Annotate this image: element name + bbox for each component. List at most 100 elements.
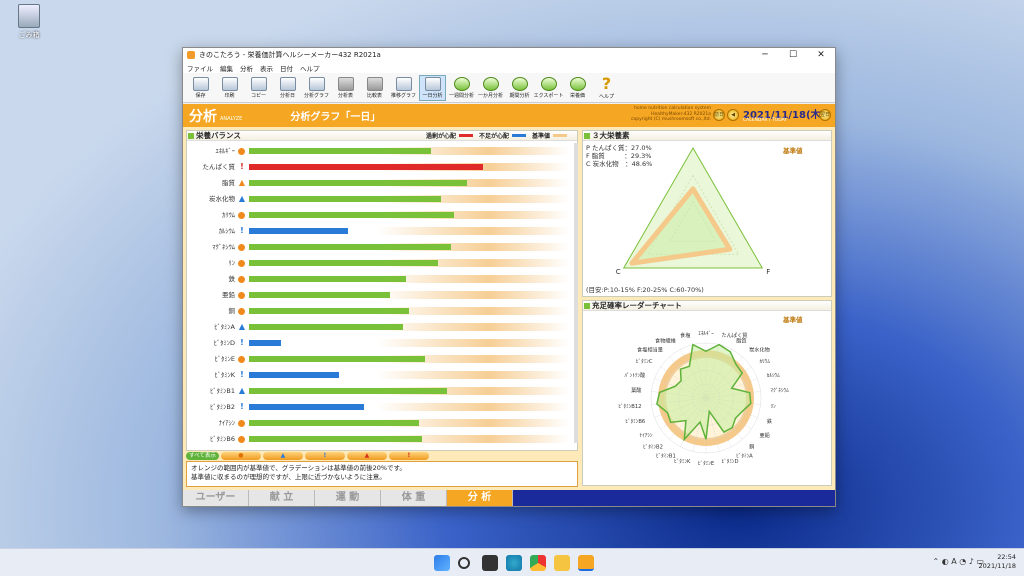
system-tray[interactable]: ⌃ ◐ A ◔ ♪ ▭ [932,557,984,566]
radar-chart: ｴﾈﾙｷﾞｰ たんぱく質脂質炭水化物ｶﾘｳﾑｶﾙｼｳﾑﾏｸﾞﾈｼｳﾑﾘﾝ鉄亜鉛銅ﾋ… [618,330,789,467]
radar-axis-label: ﾋﾞﾀﾐﾝK [674,458,691,465]
nutrient-label: ｶﾙｼｳﾑ [218,227,235,235]
toolbar-label: エクスポート [533,92,564,99]
toolbar-icon [337,76,354,91]
scrollbar[interactable] [574,143,578,443]
filter-up-button[interactable]: ▲ [262,451,303,460]
tab-user[interactable]: ユーザー [183,490,249,506]
status-mark-icon: ▲ [238,194,246,203]
nutrient-label: ﾋﾞﾀﾐﾝD [213,339,235,347]
nutrient-row: 銅 [187,303,573,319]
note-box: オレンジの範囲内が基準値で、グラデーションは基準値の前後20%です。 基準値に収… [186,461,578,487]
toolbar-button[interactable]: 期間分析 [506,75,533,101]
status-mark-icon: ! [240,402,244,411]
section-marker-icon [584,132,590,139]
toolbar-button[interactable]: 分析グラフ [303,75,330,101]
toolbar-button[interactable]: 比較表 [361,75,388,101]
prev-day-icon[interactable]: ◀ [727,109,739,121]
toolbar-label: 印刷 [224,92,235,99]
toolbar-button[interactable]: 分析日 [274,75,301,101]
nutrient-label: 脂質 [222,179,235,187]
toolbar-button[interactable]: 栄養価 [564,75,591,101]
menu-analyze[interactable]: 分析 [240,63,253,73]
clock[interactable]: 22:54 2021/11/18 [979,553,1016,571]
minimize-button[interactable]: ─ [751,50,779,60]
toolbar-button[interactable]: 一か月分析 [477,75,504,101]
task-view-icon[interactable] [482,555,498,571]
nutrient-row: 炭水化物 ▲ [187,191,573,207]
chrome-icon[interactable] [530,555,546,571]
nutrient-row: 鉄 [187,271,573,287]
clock-date: 2021/11/18 [978,562,1016,570]
status-mark-icon: ! [240,162,244,171]
toolbar-label: 分析日 [279,92,295,99]
nutrient-bar [249,148,432,154]
legend-excess-swatch [458,134,473,137]
toolbar-icon [192,76,209,91]
toolbar-button[interactable]: ? ヘルプ [593,75,620,101]
ime-indicator: A [951,557,957,566]
nutrient-bar [249,164,483,170]
menu-edit[interactable]: 編集 [220,63,233,73]
tab-weight[interactable]: 体 重 [381,490,447,506]
close-button[interactable]: ✕ [807,50,835,60]
nutrient-row: ﾅｲｱｼﾝ [187,415,573,431]
show-all-button[interactable]: すべて表示 [186,451,219,460]
tab-menu[interactable]: 献 立 [249,490,315,506]
menu-help[interactable]: ヘルプ [300,63,320,73]
toolbar-button[interactable]: 一日分析 [419,74,446,101]
filter-circle-button[interactable]: ● [220,451,261,460]
toolbar-icon: ? [601,73,612,93]
toolbar-button[interactable]: 分析表 [332,75,359,101]
toolbar-button[interactable]: コピー [245,75,272,101]
status-mark-icon [238,355,245,363]
filter-tri-button[interactable]: ▲ [346,451,387,460]
menu-view[interactable]: 表示 [260,63,273,73]
start-icon[interactable] [434,555,450,571]
edge-icon[interactable] [506,555,522,571]
filter-warn-excess-button[interactable]: ! [388,451,429,460]
toolbar-icon [366,76,383,91]
status-mark-icon [238,259,245,267]
next-day-button[interactable]: 翌日 [819,109,831,121]
status-mark-icon: ▲ [238,178,246,187]
tab-analysis[interactable]: 分 析 [447,490,513,506]
nutrient-bar [249,356,425,362]
title-bar[interactable]: きのこたろう - 栄養価計算ヘルシーメーカー432 R2021a ─ ☐ ✕ [183,48,835,62]
radar-axis-label: 銅 [749,443,754,451]
maximize-button[interactable]: ☐ [779,50,807,60]
tab-exercise[interactable]: 運 動 [315,490,381,506]
toolbar-label: 栄養価 [569,92,585,99]
filter-warn-short-button[interactable]: ! [304,451,345,460]
nutrient-bar [249,372,339,378]
balance-legend: 過剰が心配 不足が心配 基準値 [426,131,573,140]
status-mark-icon: ! [240,338,244,347]
toolbar-label: 一日分析 [422,92,443,99]
pfc-vertex-label: F [766,268,770,276]
radar-axis-label: ﾋﾞﾀﾐﾝC [636,358,653,365]
nutrient-bar [249,228,349,234]
toolbar-button[interactable]: 保存 [187,75,214,101]
toolbar-button[interactable]: 印刷 [216,75,243,101]
menu-date[interactable]: 日付 [280,63,293,73]
radar-axis-label: 食塩 [680,331,690,339]
toolbar-button[interactable]: 一週間分析 [448,75,475,101]
nutrient-label: ｴﾈﾙｷﾞｰ [215,147,236,155]
calendar-today-label[interactable]: CALENDAR / TODAY [743,118,787,123]
prev-day-button[interactable]: 前日 [713,109,725,121]
healthymaker-taskbar-icon[interactable] [578,555,594,571]
recycle-bin-icon[interactable]: ごみ箱 [12,4,46,40]
radar-title: 充足確率レーダーチャート [592,301,682,310]
toolbar: 保存 印刷 コピー 分析日 分析グラフ 分析表 比較表 推移グラフ 一日分析 一週間分析 一か月分析… [183,73,835,103]
toolbar-label: コピー [250,92,266,99]
section-marker-icon [584,302,590,309]
menu-file[interactable]: ファイル [187,63,213,73]
nutrient-bar [249,180,467,186]
toolbar-button[interactable]: 推移グラフ [390,75,417,101]
legend-short-swatch [511,134,526,137]
toolbar-label: 期間分析 [509,92,530,99]
search-icon[interactable] [458,557,470,569]
toolbar-button[interactable]: エクスポート [533,75,564,101]
file-explorer-icon[interactable] [554,555,570,571]
nutrient-bar [249,436,422,442]
